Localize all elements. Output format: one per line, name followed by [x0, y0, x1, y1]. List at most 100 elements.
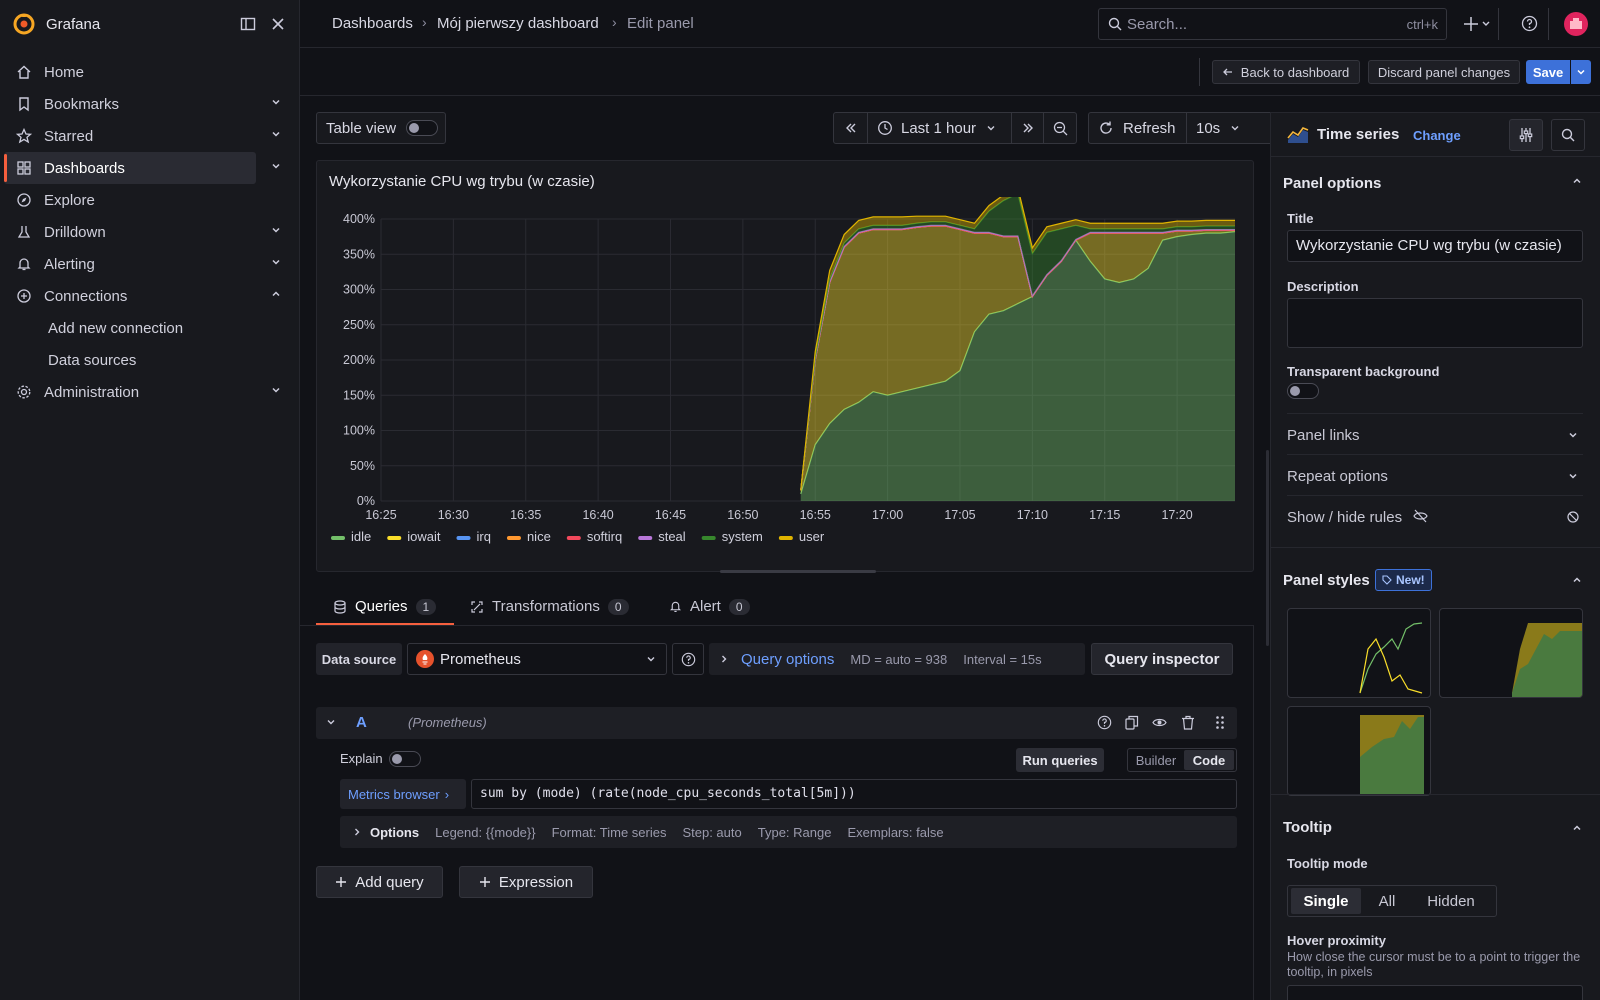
sidebar-item-alerting[interactable]: Alerting: [4, 248, 280, 280]
add-plus-icon[interactable]: [1464, 15, 1492, 33]
options-search-button[interactable]: [1551, 119, 1585, 151]
refresh-interval-select[interactable]: 10s: [1187, 113, 1275, 143]
legend-item-system[interactable]: system: [701, 529, 763, 544]
code-mode-button[interactable]: Code: [1184, 750, 1234, 770]
tab-alert[interactable]: Alert 0: [669, 598, 750, 615]
chevron-down-icon[interactable]: [270, 160, 282, 172]
refresh-button[interactable]: Refresh: [1089, 113, 1187, 143]
panel-title-input[interactable]: Wykorzystanie CPU wg trybu (w czasie): [1287, 230, 1583, 262]
builder-mode-button[interactable]: Builder: [1128, 753, 1184, 768]
legend-item-nice[interactable]: nice: [506, 529, 551, 544]
tab-queries[interactable]: Queries 1: [333, 598, 437, 615]
panel-style-lines[interactable]: [1287, 608, 1431, 698]
duplicate-icon[interactable]: [1125, 715, 1139, 730]
transparent-background-toggle[interactable]: [1287, 383, 1319, 399]
data-source-help-button[interactable]: [672, 643, 704, 675]
hover-proximity-input[interactable]: [1287, 985, 1583, 1000]
sidebar-item-explore[interactable]: Explore: [4, 184, 256, 216]
chevron-down-icon[interactable]: [270, 96, 282, 108]
time-shift-back-icon[interactable]: [834, 113, 868, 143]
chevron-down-icon[interactable]: [270, 256, 282, 268]
trash-icon[interactable]: [1181, 715, 1195, 730]
grafana-logo-icon[interactable]: [12, 12, 36, 36]
legend-item-irq[interactable]: irq: [456, 529, 491, 544]
chevron-up-icon[interactable]: [1571, 822, 1583, 834]
change-viz-link[interactable]: Change: [1413, 128, 1461, 143]
tooltip-mode-single[interactable]: Single: [1291, 888, 1361, 914]
add-query-button[interactable]: Add query: [316, 866, 443, 898]
breadcrumb-dashboard[interactable]: Mój pierwszy dashboard: [437, 15, 599, 32]
chevron-down-icon[interactable]: [1567, 429, 1579, 441]
data-source-picker[interactable]: Prometheus: [407, 643, 667, 675]
chevron-down-icon[interactable]: [1567, 470, 1579, 482]
time-series-chart[interactable]: 0% 50% 100% 150% 200% 250% 300% 350% 400% 16:25 16…: [317, 197, 1253, 571]
eye-icon[interactable]: [1152, 716, 1167, 729]
dock-menu-icon[interactable]: [240, 16, 256, 32]
chevron-up-icon[interactable]: [270, 288, 282, 300]
show-hide-rules-row[interactable]: Show / hide rules: [1287, 509, 1583, 526]
legend-item-steal[interactable]: steal: [638, 529, 686, 544]
sidebar-item-drilldown[interactable]: Drilldown: [4, 216, 280, 248]
query-options-bar[interactable]: Query options MD = auto = 938 Interval =…: [709, 643, 1085, 675]
sidebar-item-bookmarks[interactable]: Bookmarks: [4, 88, 280, 120]
query-ref-id[interactable]: A: [356, 714, 367, 731]
legend-item-idle[interactable]: idle: [331, 529, 371, 544]
sidebar-item-add-new-connection[interactable]: Add new connection: [48, 320, 183, 337]
avatar[interactable]: [1564, 12, 1588, 36]
promql-query-input[interactable]: sum by (mode) (rate(node_cpu_seconds_tot…: [471, 779, 1237, 809]
query-options-row[interactable]: Options Legend: {{mode}} Format: Time se…: [340, 816, 1237, 848]
panel-links-row[interactable]: Panel links: [1287, 427, 1583, 444]
panel-description-textarea[interactable]: [1287, 298, 1583, 348]
repeat-options-row[interactable]: Repeat options: [1287, 468, 1583, 485]
sidebar-item-connections[interactable]: Connections: [4, 280, 280, 312]
sidebar-item-starred[interactable]: Starred: [4, 120, 280, 152]
panel-styles-heading[interactable]: Panel styles: [1283, 572, 1370, 589]
panel-options-heading[interactable]: Panel options: [1283, 175, 1381, 192]
run-queries-button[interactable]: Run queries: [1016, 748, 1104, 772]
time-shift-forward-icon[interactable]: [1012, 113, 1044, 143]
back-to-dashboard-button[interactable]: Back to dashboard: [1212, 60, 1360, 84]
tooltip-heading[interactable]: Tooltip: [1283, 819, 1332, 836]
chevron-down-icon[interactable]: [270, 384, 282, 396]
query-options-link[interactable]: Query options: [741, 651, 834, 668]
pane-resize-handle[interactable]: [1266, 450, 1269, 646]
options-filter-button[interactable]: [1509, 119, 1543, 151]
sidebar-item-data-sources[interactable]: Data sources: [48, 352, 136, 369]
tab-transformations[interactable]: Transformations 0: [470, 598, 629, 615]
search-input[interactable]: Search... ctrl+k: [1098, 8, 1447, 40]
table-view-toggle[interactable]: Table view: [316, 112, 446, 144]
chevron-up-icon[interactable]: [1571, 574, 1583, 586]
sidebar-item-administration[interactable]: Administration: [4, 376, 280, 408]
explain-toggle[interactable]: [389, 751, 421, 767]
panel-resize-handle[interactable]: [720, 570, 876, 573]
sidebar-item-home[interactable]: Home: [4, 56, 256, 88]
tooltip-mode-hidden[interactable]: Hidden: [1413, 893, 1489, 910]
sidebar-item-dashboards[interactable]: Dashboards: [4, 152, 280, 184]
time-range-button[interactable]: Last 1 hour: [868, 113, 1012, 143]
chevron-down-icon[interactable]: [270, 224, 282, 236]
close-menu-icon[interactable]: [271, 17, 285, 31]
drag-handle-icon[interactable]: [1215, 715, 1225, 730]
panel-style-bars[interactable]: [1287, 706, 1431, 796]
metrics-browser-button[interactable]: Metrics browser ›: [340, 779, 466, 809]
query-inspector-button[interactable]: Query inspector: [1091, 643, 1233, 675]
help-icon[interactable]: [1521, 15, 1538, 32]
save-options-button[interactable]: [1571, 60, 1591, 84]
legend-item-softirq[interactable]: softirq: [566, 529, 622, 544]
sidebar-item-label: Home: [44, 63, 85, 81]
zoom-out-icon[interactable]: [1044, 113, 1076, 143]
save-button[interactable]: Save: [1526, 60, 1570, 84]
tooltip-mode-all[interactable]: All: [1361, 893, 1413, 910]
add-expression-button[interactable]: Expression: [459, 866, 593, 898]
chevron-down-icon[interactable]: [270, 128, 282, 140]
breadcrumb-dashboards[interactable]: Dashboards: [332, 15, 413, 32]
legend-item-iowait[interactable]: iowait: [387, 529, 441, 544]
legend-item-user[interactable]: user: [778, 529, 825, 544]
discard-panel-changes-button[interactable]: Discard panel changes: [1368, 60, 1520, 84]
help-icon[interactable]: [1097, 715, 1112, 730]
chevron-down-icon[interactable]: [326, 717, 336, 727]
add-query-label: Add query: [355, 873, 424, 891]
table-view-switch[interactable]: [406, 120, 438, 136]
chevron-up-icon[interactable]: [1571, 175, 1583, 187]
panel-style-stacked[interactable]: [1439, 608, 1583, 698]
